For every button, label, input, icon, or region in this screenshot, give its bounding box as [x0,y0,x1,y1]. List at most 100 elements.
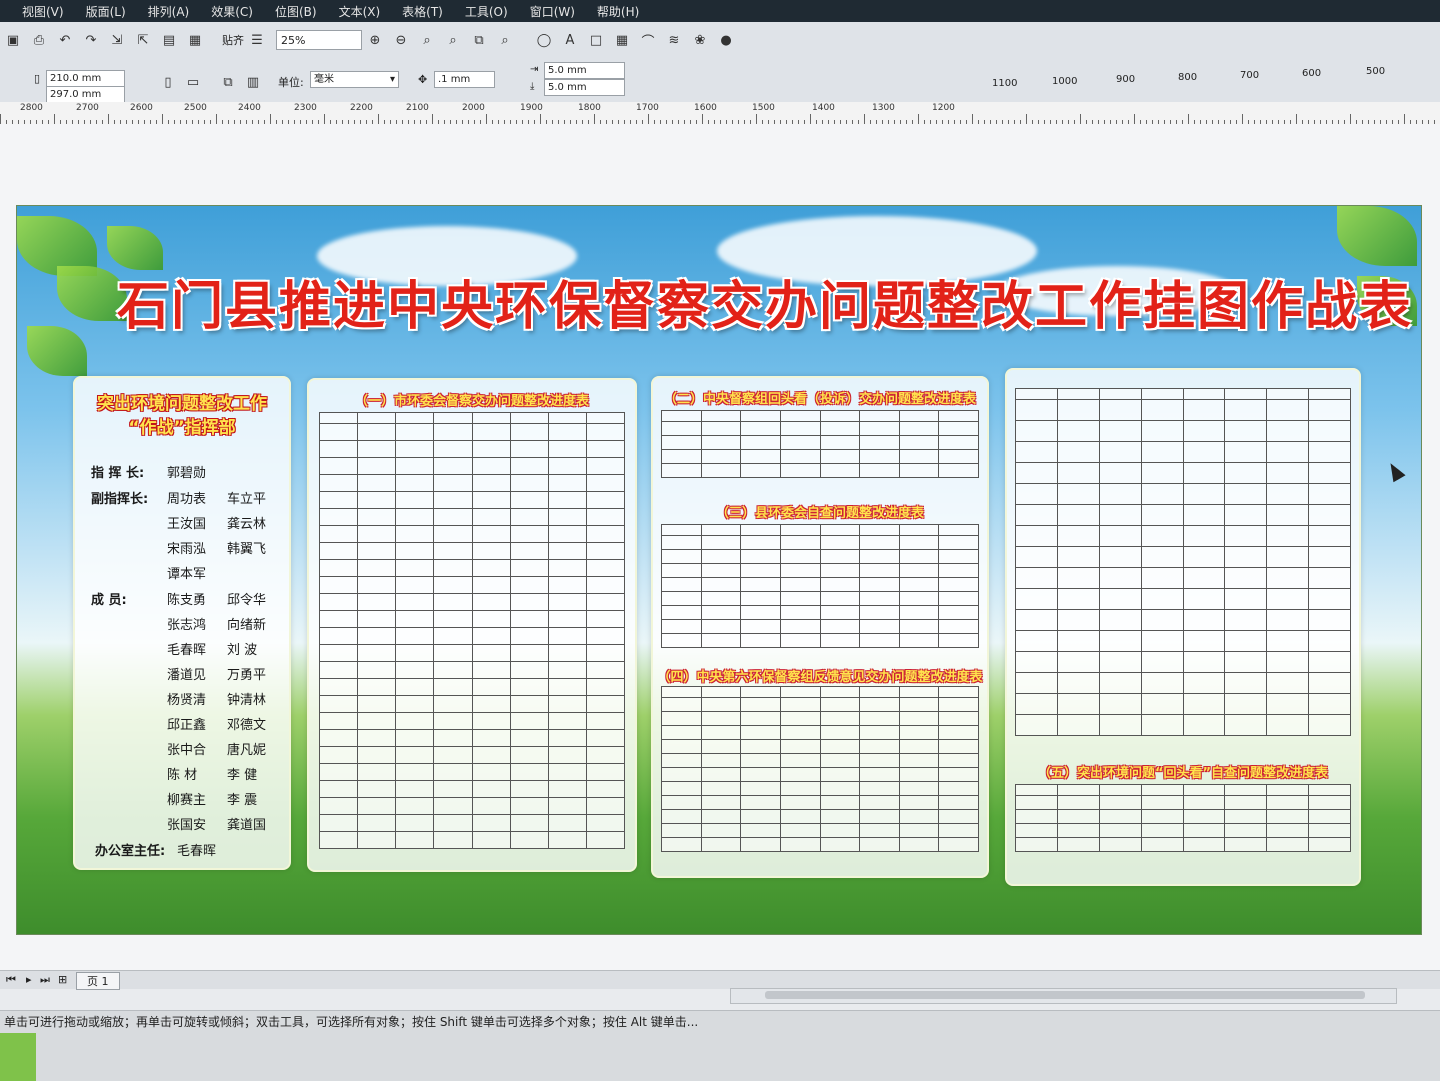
zoom-in-icon[interactable]: ⊕ [367,32,383,48]
duplicate-distance-x[interactable]: 5.0 mm [544,62,625,79]
table-cell [547,559,587,577]
menu-arrange[interactable]: 排列(A) [148,3,190,20]
table-cell [661,435,702,450]
table-cell [1015,809,1058,824]
table-cell [318,474,359,492]
page-height-field[interactable]: 297.0 mm [46,86,125,103]
table-cell [1098,651,1142,673]
import-icon[interactable]: ⇲ [109,32,125,48]
section-panel-5: （五）突出环境问题“回头看”自查问题整改进度表 [1005,368,1361,886]
shape-tool-icon[interactable]: ⌒ [640,32,656,50]
all-pages-icon[interactable]: ⧉ [220,74,236,90]
table-cell [819,781,861,796]
table-cell [585,763,626,781]
snap-options-icon[interactable]: ☰ [249,32,265,48]
table-row [661,633,979,648]
table-cell [938,421,979,436]
table-cell [1015,651,1058,673]
publish-pdf-icon[interactable]: ▤ [161,32,177,48]
effects-tool-icon[interactable]: ❀ [692,32,708,48]
table-cell [700,725,742,740]
table-cell [938,781,979,796]
section-title-4: （四）中央第六环保督察组反馈意见交办问题整改进度表 [657,670,983,685]
zoom-level-field[interactable]: 25% [276,30,362,50]
zoom-out-icon[interactable]: ⊖ [393,32,409,48]
progress-table-5b [1015,784,1351,852]
first-page-icon[interactable]: ⏮ [6,973,16,987]
ruler-label: 2100 [406,103,429,113]
table-cell [1182,693,1226,715]
table-cell [395,525,435,543]
horizontal-ruler[interactable]: 2800 2700 2600 2500 2400 2300 2200 2100 … [0,102,1440,125]
table-cell [740,697,781,712]
duplicate-distance-y[interactable]: 5.0 mm [544,79,625,96]
table-cell [1140,672,1184,694]
redo-icon[interactable]: ↷ [83,32,99,48]
table-row [1015,651,1351,673]
rectangle-tool-icon[interactable]: □ [588,32,604,48]
ruler-tick [108,114,109,124]
add-page-icon[interactable]: ⊞ [58,973,67,986]
menu-layout[interactable]: 版面(L) [86,3,126,20]
table-cell [1308,546,1351,568]
table-cell [700,739,742,754]
menu-window[interactable]: 窗口(W) [530,3,575,20]
menu-help[interactable]: 帮助(H) [597,3,639,20]
table-cell [1308,420,1351,442]
table-row [1015,588,1351,610]
menu-text[interactable]: 文本(X) [339,3,381,20]
table-cell [819,591,861,606]
menu-table[interactable]: 表格(T) [402,3,443,20]
menu-effects[interactable]: 效果(C) [211,3,253,20]
table-cell [740,463,781,478]
table-cell [547,644,587,662]
menu-tools[interactable]: 工具(O) [465,3,508,20]
table-row [661,767,979,782]
horizontal-scrollbar[interactable] [730,988,1397,1004]
snap-to-label[interactable]: 贴齐 [222,32,244,48]
save-icon[interactable]: ▣ [5,32,21,48]
table-cell [357,440,397,458]
scrollbar-thumb[interactable] [765,991,1365,999]
table-cell [585,440,626,458]
table-row [661,619,979,634]
globe-icon[interactable]: ● [718,32,734,48]
zoom-selected-icon[interactable]: ⧉ [471,32,487,48]
table-cell [938,563,979,578]
text-tool-icon[interactable]: A [562,32,578,48]
table-cell [509,525,549,543]
progress-table-3 [661,524,979,648]
table-cell [357,729,397,747]
unit-select[interactable]: 毫米 ▾ [310,71,399,88]
ellipse-tool-icon[interactable]: ◯ [536,32,552,48]
undo-icon[interactable]: ↶ [57,32,73,48]
nudge-distance-field[interactable]: .1 mm [434,71,495,88]
landscape-icon[interactable]: ▭ [185,74,201,90]
table-row [661,837,979,852]
last-page-icon[interactable]: ⏭ [40,973,50,987]
menu-view[interactable]: 视图(V) [22,3,64,20]
table-cell [1056,546,1100,568]
zoom-page-icon[interactable]: ⌕ [445,32,461,48]
page-width-field[interactable]: 210.0 mm [46,70,125,87]
export-icon[interactable]: ⇱ [135,32,151,48]
zoom-fit-icon[interactable]: ⌕ [419,32,435,48]
blend-tool-icon[interactable]: ≋ [666,32,682,48]
taskbar-app-icon[interactable] [0,1033,36,1081]
menu-bitmaps[interactable]: 位图(B) [275,3,317,20]
current-page-icon[interactable]: ▥ [245,74,261,90]
zoom-width-icon[interactable]: ⌕ [497,32,513,48]
table-cell [547,661,587,679]
table-cell [938,524,979,536]
page-tab[interactable]: 页 1 [76,972,120,990]
app-launcher-icon[interactable]: ▦ [187,32,203,48]
table-cell [547,491,587,509]
table-cell [318,695,359,713]
next-page-icon[interactable]: ▸ [26,973,32,986]
color-palette-icon[interactable]: ▦ [614,32,630,48]
poster-artwork[interactable]: 石门县推进中央环保督察交办问题整改工作挂图作战表 突出环境问题整改工作 “作战”… [16,205,1422,935]
table-row [318,797,626,815]
table-cell [859,435,900,450]
portrait-icon[interactable]: ▯ [160,74,176,90]
print-icon[interactable]: ⎙ [31,32,47,48]
